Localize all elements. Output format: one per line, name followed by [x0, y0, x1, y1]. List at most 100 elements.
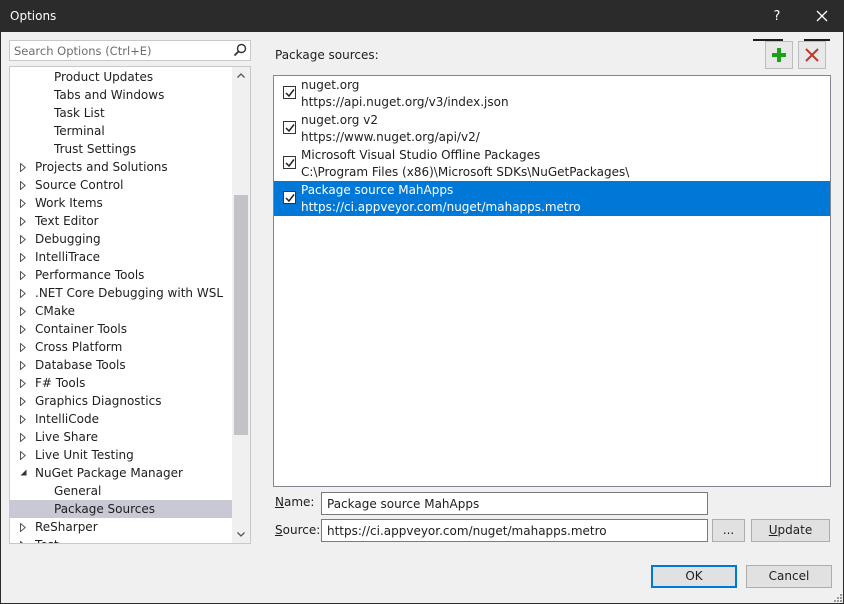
tree-item[interactable]: Source Control [10, 176, 232, 194]
tree-item[interactable]: Debugging [10, 230, 232, 248]
collapsed-arrow-icon[interactable] [19, 230, 29, 248]
package-source-item[interactable]: Microsoft Visual Studio Offline Packages… [274, 146, 830, 181]
tree-item-label: General [54, 484, 102, 498]
tree-item-label: Work Items [35, 196, 103, 210]
source-name: Package source MahApps [301, 183, 454, 197]
package-sources-label: Package sources: [275, 48, 379, 62]
tree-item[interactable]: NuGet Package Manager [10, 464, 232, 482]
close-button[interactable] [807, 1, 837, 32]
x-icon [805, 48, 819, 62]
tree-item-label: Terminal [54, 124, 105, 138]
tree-item[interactable]: Graphics Diagnostics [10, 392, 232, 410]
source-enabled-checkbox[interactable] [283, 86, 296, 99]
package-source-item[interactable]: nuget.org v2 https://www.nuget.org/api/v2… [274, 111, 830, 146]
collapsed-arrow-icon[interactable] [19, 194, 29, 212]
collapsed-arrow-icon[interactable] [19, 338, 29, 356]
collapsed-arrow-icon[interactable] [19, 410, 29, 428]
tree-item-label: Tabs and Windows [54, 88, 165, 102]
tree-item[interactable]: Terminal [10, 122, 232, 140]
name-label-key: N [275, 495, 284, 509]
source-input[interactable] [322, 520, 707, 541]
tree-scrollbar[interactable] [232, 67, 250, 543]
tree-item[interactable]: Work Items [10, 194, 232, 212]
check-icon [285, 89, 295, 98]
tree-item[interactable]: IntelliTrace [10, 248, 232, 266]
collapsed-arrow-icon[interactable] [19, 266, 29, 284]
name-label: Name: [275, 495, 314, 509]
tree-item[interactable]: Trust Settings [10, 140, 232, 158]
tree-item[interactable]: Performance Tools [10, 266, 232, 284]
tree-item-label: Projects and Solutions [35, 160, 168, 174]
tree-item[interactable]: Live Share [10, 428, 232, 446]
tree-item[interactable]: F# Tools [10, 374, 232, 392]
browse-button[interactable]: ... [712, 519, 745, 542]
source-name: nuget.org [301, 78, 360, 92]
source-enabled-checkbox[interactable] [283, 156, 296, 169]
source-enabled-checkbox[interactable] [283, 121, 296, 134]
collapsed-arrow-icon[interactable] [19, 320, 29, 338]
search-box [9, 40, 251, 61]
update-button[interactable]: Update [751, 519, 830, 542]
name-input[interactable] [322, 493, 707, 514]
scroll-thumb[interactable] [234, 195, 248, 435]
cancel-button[interactable]: Cancel [746, 565, 832, 588]
collapsed-arrow-icon[interactable] [19, 284, 29, 302]
search-icon[interactable] [233, 43, 247, 57]
collapsed-arrow-icon[interactable] [19, 428, 29, 446]
source-enabled-checkbox[interactable] [283, 191, 296, 204]
collapsed-arrow-icon[interactable] [19, 356, 29, 374]
tree-item-label: Container Tools [35, 322, 128, 336]
package-source-item[interactable]: nuget.org https://api.nuget.org/v3/index.… [274, 76, 830, 111]
scroll-up-button[interactable] [232, 67, 250, 84]
tree-item[interactable]: IntelliCode [10, 410, 232, 428]
tree-item[interactable]: General [10, 482, 232, 500]
window-title: Options [10, 9, 57, 23]
source-name: nuget.org v2 [301, 113, 378, 127]
add-source-button[interactable] [765, 41, 793, 69]
update-label-key: U [768, 523, 778, 537]
tree-item[interactable]: Live Unit Testing [10, 446, 232, 464]
ok-button[interactable]: OK [651, 565, 737, 588]
package-source-item[interactable]: Package source MahApps https://ci.appveyo… [274, 181, 830, 216]
tree-item[interactable]: Container Tools [10, 320, 232, 338]
check-icon [285, 159, 295, 168]
tree-item[interactable]: Text Editor [10, 212, 232, 230]
collapsed-arrow-icon[interactable] [19, 446, 29, 464]
tree-item[interactable]: Cross Platform [10, 338, 232, 356]
scroll-down-button[interactable] [232, 526, 250, 543]
remove-source-button[interactable] [798, 41, 826, 69]
collapsed-arrow-icon[interactable] [19, 374, 29, 392]
tree-item[interactable]: Projects and Solutions [10, 158, 232, 176]
name-field [321, 492, 708, 515]
update-label-text: pdate [777, 523, 813, 537]
title-bar: Options ? [1, 1, 843, 32]
tree-item-label: Performance Tools [35, 268, 145, 282]
collapsed-arrow-icon[interactable] [19, 158, 29, 176]
collapsed-arrow-icon[interactable] [19, 536, 29, 543]
collapsed-arrow-icon[interactable] [19, 176, 29, 194]
collapsed-arrow-icon[interactable] [19, 248, 29, 266]
help-button[interactable]: ? [763, 1, 791, 32]
tree-item-label: Task List [54, 106, 105, 120]
tree-item[interactable]: Database Tools [10, 356, 232, 374]
tree-item[interactable]: Test [10, 536, 232, 543]
name-label-text: ame: [283, 495, 315, 509]
resize-grip-icon[interactable] [833, 593, 843, 603]
source-label: Source: [275, 523, 320, 537]
collapsed-arrow-icon[interactable] [19, 392, 29, 410]
collapsed-arrow-icon[interactable] [19, 302, 29, 320]
source-label-key: S [275, 523, 283, 537]
tree-item[interactable]: CMake [10, 302, 232, 320]
collapsed-arrow-icon[interactable] [19, 212, 29, 230]
tree-item[interactable]: ReSharper [10, 518, 232, 536]
tree-item[interactable]: Tabs and Windows [10, 86, 232, 104]
tree-item[interactable]: Package Sources [10, 500, 232, 518]
expanded-arrow-icon[interactable] [19, 464, 29, 482]
tree-item[interactable]: Task List [10, 104, 232, 122]
search-input[interactable] [10, 41, 232, 60]
tree-item[interactable]: .NET Core Debugging with WSL [10, 284, 232, 302]
tree-item-label: F# Tools [35, 376, 86, 390]
tree-item-label: IntelliCode [35, 412, 99, 426]
tree-item[interactable]: Product Updates [10, 68, 232, 86]
collapsed-arrow-icon[interactable] [19, 518, 29, 536]
